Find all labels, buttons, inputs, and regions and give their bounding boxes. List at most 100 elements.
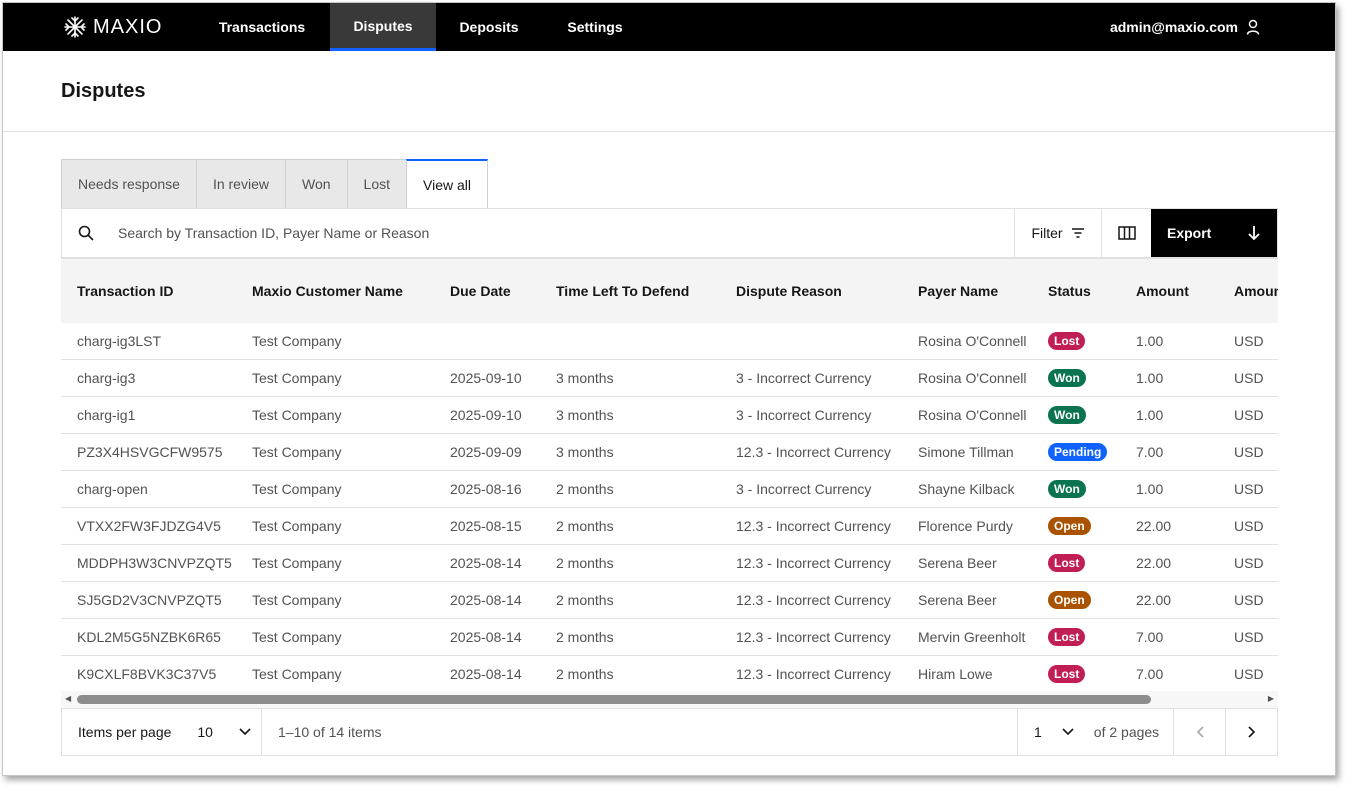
user-icon	[1246, 19, 1260, 35]
cell-transaction-id: charg-open	[61, 470, 236, 508]
scrollbar-thumb[interactable]	[77, 695, 1151, 704]
brand-logo[interactable]: MAXIO	[63, 3, 162, 51]
cell-due-date	[434, 322, 540, 360]
cell-payer-name: Shayne Kilback	[902, 470, 1032, 508]
col-header-customer-name[interactable]: Maxio Customer Name	[236, 258, 434, 323]
brand-name: MAXIO	[93, 15, 163, 38]
table-row[interactable]: SJ5GD2V3CNVPZQT5 Test Company 2025-08-14 2 …	[61, 581, 1278, 619]
tab-needs-response[interactable]: Needs response	[61, 159, 196, 209]
nav-tab-settings[interactable]: Settings	[553, 3, 637, 51]
tab-won[interactable]: Won	[284, 159, 347, 209]
nav-tab-transactions[interactable]: Transactions	[203, 3, 321, 51]
export-button[interactable]: Export	[1151, 209, 1277, 257]
disputes-table-container[interactable]: Transaction ID Maxio Customer Name Due D…	[61, 258, 1278, 691]
cell-time-left: 3 months	[540, 359, 720, 397]
tab-lost[interactable]: Lost	[346, 159, 406, 209]
col-header-time-left[interactable]: Time Left To Defend	[540, 258, 720, 323]
table-row[interactable]: charg-ig3LST Test Company Rosina O'Connell…	[61, 322, 1278, 360]
cell-due-date: 2025-09-09	[434, 433, 540, 471]
cell-transaction-id: K9CXLF8BVK3C37V5	[61, 655, 236, 691]
table-row[interactable]: charg-ig1 Test Company 2025-09-10 3 months 3…	[61, 396, 1278, 434]
table-body: charg-ig3LST Test Company Rosina O'Connell…	[61, 322, 1278, 691]
cell-amount: 22.00	[1120, 507, 1218, 545]
cell-status: Won	[1032, 396, 1120, 434]
chevron-down-icon	[1062, 728, 1074, 736]
tab-in-review[interactable]: In review	[195, 159, 285, 209]
col-header-dispute-reason[interactable]: Dispute Reason	[720, 258, 902, 323]
cell-time-left: 3 months	[540, 433, 720, 471]
items-per-page-select[interactable]: 10	[197, 724, 251, 740]
status-tabs: Needs response In review Won Lost View a…	[61, 159, 488, 209]
cell-due-date: 2025-08-15	[434, 507, 540, 545]
items-per-page-value: 10	[197, 724, 213, 740]
cell-currency: USD	[1218, 655, 1278, 691]
col-header-status[interactable]: Status	[1032, 258, 1120, 323]
page-select[interactable]: 1 of 2 pages	[1017, 709, 1173, 755]
cell-customer-name: Test Company	[236, 544, 434, 582]
next-page-button[interactable]	[1225, 709, 1277, 755]
cell-dispute-reason: 3 - Incorrect Currency	[720, 396, 902, 434]
table-row[interactable]: charg-ig3 Test Company 2025-09-10 3 months 3…	[61, 359, 1278, 397]
cell-amount: 22.00	[1120, 581, 1218, 619]
items-per-page: Items per page 10	[62, 709, 262, 755]
snowflake-icon	[64, 16, 86, 38]
cell-time-left: 2 months	[540, 655, 720, 691]
cell-customer-name: Test Company	[236, 322, 434, 360]
cell-due-date: 2025-09-10	[434, 396, 540, 434]
table-row[interactable]: K9CXLF8BVK3C37V5 Test Company 2025-08-14 2 …	[61, 655, 1278, 691]
cell-time-left: 3 months	[540, 396, 720, 434]
cell-dispute-reason: 3 - Incorrect Currency	[720, 359, 902, 397]
header-divider	[3, 131, 1335, 132]
scroll-right-icon[interactable]: ▶	[1268, 694, 1274, 703]
search-input[interactable]	[118, 225, 618, 241]
table-row[interactable]: KDL2M5G5NZBK6R65 Test Company 2025-08-14 2 …	[61, 618, 1278, 656]
cell-payer-name: Rosina O'Connell	[902, 322, 1032, 360]
top-nav: MAXIO Transactions Disputes Deposits Set…	[3, 3, 1335, 51]
table-row[interactable]: MDDPH3W3CNVPZQT5 Test Company 2025-08-14 2 …	[61, 544, 1278, 582]
cell-status: Lost	[1032, 655, 1120, 691]
col-header-amount[interactable]: Amount	[1120, 258, 1218, 323]
scroll-left-icon[interactable]: ◀	[65, 694, 71, 703]
columns-button[interactable]	[1102, 209, 1151, 257]
cell-currency: USD	[1218, 618, 1278, 656]
col-header-transaction-id[interactable]: Transaction ID	[61, 258, 236, 323]
cell-currency: USD	[1218, 507, 1278, 545]
cell-due-date: 2025-08-14	[434, 544, 540, 582]
cell-time-left	[540, 322, 720, 360]
table-row[interactable]: PZ3X4HSVGCFW9575 Test Company 2025-09-09 3 …	[61, 433, 1278, 471]
cell-transaction-id: SJ5GD2V3CNVPZQT5	[61, 581, 236, 619]
horizontal-scrollbar[interactable]: ◀ ▶	[61, 691, 1278, 708]
user-menu[interactable]: admin@maxio.com	[1110, 3, 1260, 51]
cell-status: Lost	[1032, 618, 1120, 656]
cell-amount: 7.00	[1120, 618, 1218, 656]
cell-dispute-reason: 12.3 - Incorrect Currency	[720, 507, 902, 545]
table-row[interactable]: charg-open Test Company 2025-08-16 2 months…	[61, 470, 1278, 508]
nav-tab-deposits[interactable]: Deposits	[444, 3, 534, 51]
tab-view-all[interactable]: View all	[406, 159, 488, 209]
arrow-down-icon	[1248, 226, 1260, 241]
items-per-page-label: Items per page	[78, 724, 172, 740]
table-toolbar: Filter Export	[61, 208, 1278, 258]
cell-status: Lost	[1032, 322, 1120, 360]
cell-dispute-reason: 12.3 - Incorrect Currency	[720, 433, 902, 471]
col-header-amount-currency[interactable]: Amount	[1218, 258, 1278, 323]
previous-page-button[interactable]	[1173, 709, 1225, 755]
col-header-payer-name[interactable]: Payer Name	[902, 258, 1032, 323]
cell-amount: 1.00	[1120, 359, 1218, 397]
status-badge: Lost	[1048, 628, 1086, 646]
cell-transaction-id: MDDPH3W3CNVPZQT5	[61, 544, 236, 582]
cell-payer-name: Serena Beer	[902, 581, 1032, 619]
total-pages: of 2 pages	[1093, 724, 1160, 740]
cell-customer-name: Test Company	[236, 359, 434, 397]
cell-customer-name: Test Company	[236, 470, 434, 508]
filter-button[interactable]: Filter	[1015, 209, 1102, 257]
cell-dispute-reason: 3 - Incorrect Currency	[720, 470, 902, 508]
col-header-due-date[interactable]: Due Date	[434, 258, 540, 323]
cell-currency: USD	[1218, 396, 1278, 434]
cell-dispute-reason: 12.3 - Incorrect Currency	[720, 618, 902, 656]
cell-payer-name: Rosina O'Connell	[902, 396, 1032, 434]
cell-amount: 1.00	[1120, 470, 1218, 508]
table-row[interactable]: VTXX2FW3FJDZG4V5 Test Company 2025-08-15 2 …	[61, 507, 1278, 545]
cell-transaction-id: charg-ig1	[61, 396, 236, 434]
nav-tab-disputes[interactable]: Disputes	[330, 3, 436, 51]
